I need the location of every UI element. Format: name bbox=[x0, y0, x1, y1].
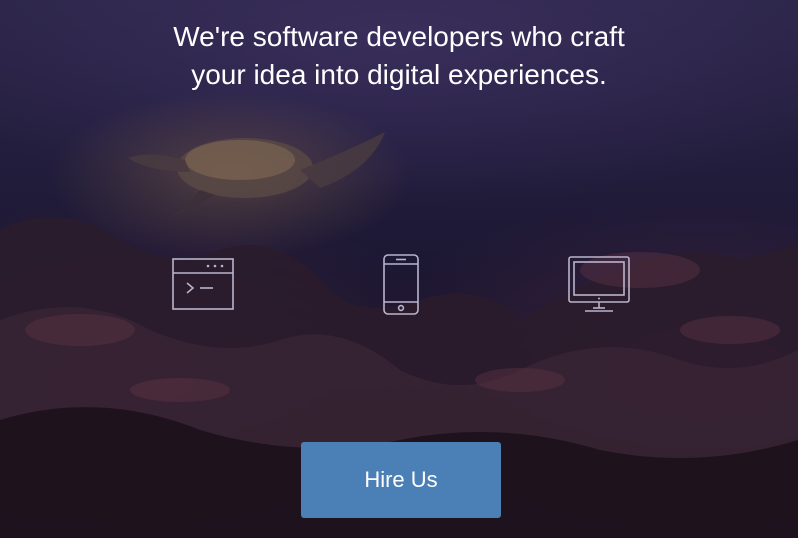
desktop-monitor-icon bbox=[568, 256, 630, 314]
sea-turtle-image bbox=[128, 132, 385, 222]
hero-headline-line-2: your idea into digital experiences. bbox=[191, 59, 607, 90]
hero-headline: We're software developers who craft your… bbox=[0, 18, 798, 94]
hero-headline-line-1: We're software developers who craft bbox=[173, 21, 625, 52]
terminal-window-icon bbox=[172, 258, 234, 310]
hire-us-button[interactable]: Hire Us bbox=[301, 442, 501, 518]
smartphone-icon bbox=[383, 254, 419, 315]
hero-section: We're software developers who craft your… bbox=[0, 0, 798, 538]
